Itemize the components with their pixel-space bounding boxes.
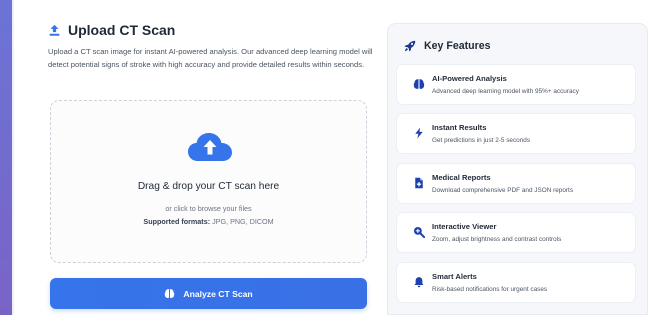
- feature-description: Risk-based notifications for urgent case…: [432, 286, 548, 293]
- analyze-button[interactable]: Analyze CT Scan: [50, 278, 367, 309]
- rocket-icon: [404, 40, 416, 52]
- feature-card-ai-analysis: AI-Powered Analysis Advanced deep learni…: [396, 64, 636, 105]
- supported-formats-label: Supported formats:: [143, 217, 211, 226]
- dropzone-title: Drag & drop your CT scan here: [137, 181, 280, 192]
- upload-title: Upload CT Scan: [48, 22, 175, 38]
- upload-description: Upload a CT scan image for instant AI-po…: [48, 47, 373, 69]
- feature-description: Advanced deep learning model with 95%+ a…: [432, 88, 579, 95]
- dropzone[interactable]: Drag & drop your CT scan here or click t…: [50, 100, 367, 263]
- bell-icon: [414, 277, 424, 288]
- upload-icon: [49, 24, 60, 36]
- feature-description: Download comprehensive PDF and JSON repo…: [432, 187, 574, 194]
- browse-files-link[interactable]: or click to browse your files: [51, 204, 366, 213]
- feature-card-interactive-viewer: Interactive Viewer Zoom, adjust brightne…: [396, 212, 636, 253]
- feature-description: Get predictions in just 2-5 seconds: [432, 137, 531, 144]
- bolt-icon: [415, 127, 423, 139]
- feature-card-smart-alerts: Smart Alerts Risk-based notifications fo…: [396, 262, 636, 303]
- upload-title-text: Upload CT Scan: [68, 22, 176, 38]
- upload-panel: Upload CT Scan Upload a CT scan image fo…: [22, 0, 380, 315]
- key-features-panel: Key Features AI-Powered Analysis Advance…: [387, 23, 648, 315]
- features-title-text: Key Features: [424, 40, 491, 52]
- features-title: Key Features: [404, 40, 491, 52]
- side-accent-divider: [12, 0, 14, 315]
- supported-formats-value: JPG, PNG, DICOM: [212, 217, 274, 226]
- file-medical-icon: [415, 177, 423, 189]
- analyze-button-label: Analyze CT Scan: [183, 288, 253, 299]
- feature-title: Instant Results: [432, 123, 487, 132]
- feature-description: Zoom, adjust brightness and contrast con…: [432, 236, 562, 243]
- cloud-upload-icon: [188, 133, 232, 161]
- search-plus-icon: [413, 226, 425, 238]
- feature-title: Interactive Viewer: [432, 222, 497, 231]
- brain-icon: [413, 79, 425, 89]
- feature-title: Smart Alerts: [432, 272, 477, 281]
- feature-card-medical-reports: Medical Reports Download comprehensive P…: [396, 163, 636, 204]
- feature-title: AI-Powered Analysis: [432, 74, 507, 83]
- side-accent-bar: [0, 0, 12, 315]
- feature-title: Medical Reports: [432, 173, 491, 182]
- feature-card-instant-results: Instant Results Get predictions in just …: [396, 113, 636, 154]
- brain-icon: [165, 289, 175, 298]
- supported-formats: Supported formats: JPG, PNG, DICOM: [51, 217, 366, 226]
